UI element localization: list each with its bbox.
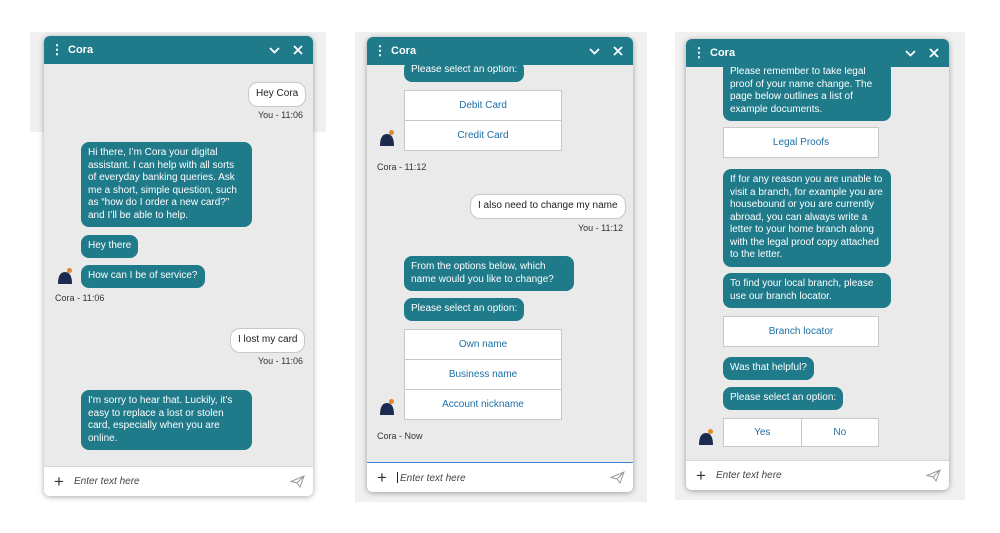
option-list: Debit Card Credit Card xyxy=(404,90,562,151)
option-list: Branch locator xyxy=(723,316,879,347)
bot-message: Please select an option: xyxy=(723,387,844,410)
user-message: I lost my card xyxy=(230,328,306,353)
send-icon[interactable] xyxy=(281,475,313,488)
send-icon[interactable] xyxy=(917,469,949,482)
bot-message: Please remember to take legal proof of y… xyxy=(723,67,891,121)
more-options-icon[interactable]: ⋮ xyxy=(48,43,66,56)
message-input[interactable]: Enter text here xyxy=(397,471,601,484)
option-debit-card[interactable]: Debit Card xyxy=(405,91,561,121)
add-attachment-icon[interactable]: + xyxy=(44,473,74,490)
bot-message: Hey there xyxy=(81,235,139,258)
input-bar: + Enter text here xyxy=(686,460,949,490)
chat-title: Cora xyxy=(391,45,417,57)
close-icon[interactable] xyxy=(286,36,310,64)
more-options-icon[interactable]: ⋮ xyxy=(690,46,708,59)
cora-avatar-icon xyxy=(380,130,394,146)
option-no[interactable]: No xyxy=(802,419,879,446)
minimize-chevron-icon[interactable] xyxy=(582,37,606,65)
input-bar: + Enter text here xyxy=(44,466,313,496)
minimize-chevron-icon[interactable] xyxy=(262,36,286,64)
option-business-name[interactable]: Business name xyxy=(405,360,561,390)
text-caret xyxy=(397,471,398,483)
input-placeholder: Enter text here xyxy=(400,472,466,484)
bot-message: From the options below, which name would… xyxy=(404,256,574,291)
cora-avatar-icon xyxy=(380,399,394,415)
message-timestamp: You - 11:06 xyxy=(257,110,303,120)
message-input[interactable]: Enter text here xyxy=(716,470,917,481)
send-icon[interactable] xyxy=(601,471,633,484)
chat-title: Cora xyxy=(68,44,94,56)
conversation-area[interactable]: Please select an option: Debit Card Cred… xyxy=(367,65,633,462)
close-icon[interactable] xyxy=(606,37,630,65)
conversation-area[interactable]: Please remember to take legal proof of y… xyxy=(686,67,949,460)
message-timestamp: You - 11:06 xyxy=(257,356,303,366)
message-timestamp: Cora - 11:12 xyxy=(377,162,427,172)
message-input[interactable]: Enter text here xyxy=(74,476,281,487)
chat-header: ⋮ Cora xyxy=(44,36,313,64)
bot-message: To find your local branch, please use ou… xyxy=(723,273,891,308)
chat-header: ⋮ Cora xyxy=(367,37,633,65)
bot-message: Hi there, I’m Cora your digital assistan… xyxy=(81,142,252,227)
bot-message: Please select an option: xyxy=(404,298,525,321)
close-icon[interactable] xyxy=(922,39,946,67)
conversation-area[interactable]: Hey Cora You - 11:06 Hi there, I’m Cora … xyxy=(44,64,313,466)
option-account-nickname[interactable]: Account nickname xyxy=(405,390,561,419)
chat-window-2: ⋮ Cora Please select an option: Debit Ca… xyxy=(367,37,633,492)
option-legal-proofs[interactable]: Legal Proofs xyxy=(724,128,878,157)
option-list: Legal Proofs xyxy=(723,127,879,158)
option-credit-card[interactable]: Credit Card xyxy=(405,121,561,150)
option-own-name[interactable]: Own name xyxy=(405,330,561,360)
add-attachment-icon[interactable]: + xyxy=(686,467,716,484)
message-timestamp: Cora - Now xyxy=(377,431,423,441)
input-bar: + Enter text here xyxy=(367,462,633,492)
user-message: I also need to change my name xyxy=(470,194,626,219)
chat-header: ⋮ Cora xyxy=(686,39,949,67)
option-list: Own name Business name Account nickname xyxy=(404,329,562,420)
bot-message: I'm sorry to hear that. Luckily, it’s ea… xyxy=(81,390,252,450)
add-attachment-icon[interactable]: + xyxy=(367,469,397,486)
bot-message: How can I be of service? xyxy=(81,265,205,288)
option-list: Yes No xyxy=(723,418,879,447)
chat-window-1: ⋮ Cora Hey Cora You - 11:06 Hi there, I’… xyxy=(44,36,313,496)
cora-avatar-icon xyxy=(699,429,713,445)
bot-message: Please select an option: xyxy=(404,65,525,82)
message-timestamp: You - 11:12 xyxy=(577,223,623,233)
message-timestamp: Cora - 11:06 xyxy=(55,293,105,303)
cora-avatar-icon xyxy=(58,268,72,284)
option-branch-locator[interactable]: Branch locator xyxy=(724,317,878,346)
more-options-icon[interactable]: ⋮ xyxy=(371,44,389,57)
bot-message: If for any reason you are unable to visi… xyxy=(723,169,891,267)
chat-window-3: ⋮ Cora Please remember to take legal pro… xyxy=(686,39,949,490)
option-yes[interactable]: Yes xyxy=(724,419,802,446)
minimize-chevron-icon[interactable] xyxy=(898,39,922,67)
chat-title: Cora xyxy=(710,47,736,59)
bot-message: Was that helpful? xyxy=(723,357,814,380)
user-message: Hey Cora xyxy=(248,82,307,107)
